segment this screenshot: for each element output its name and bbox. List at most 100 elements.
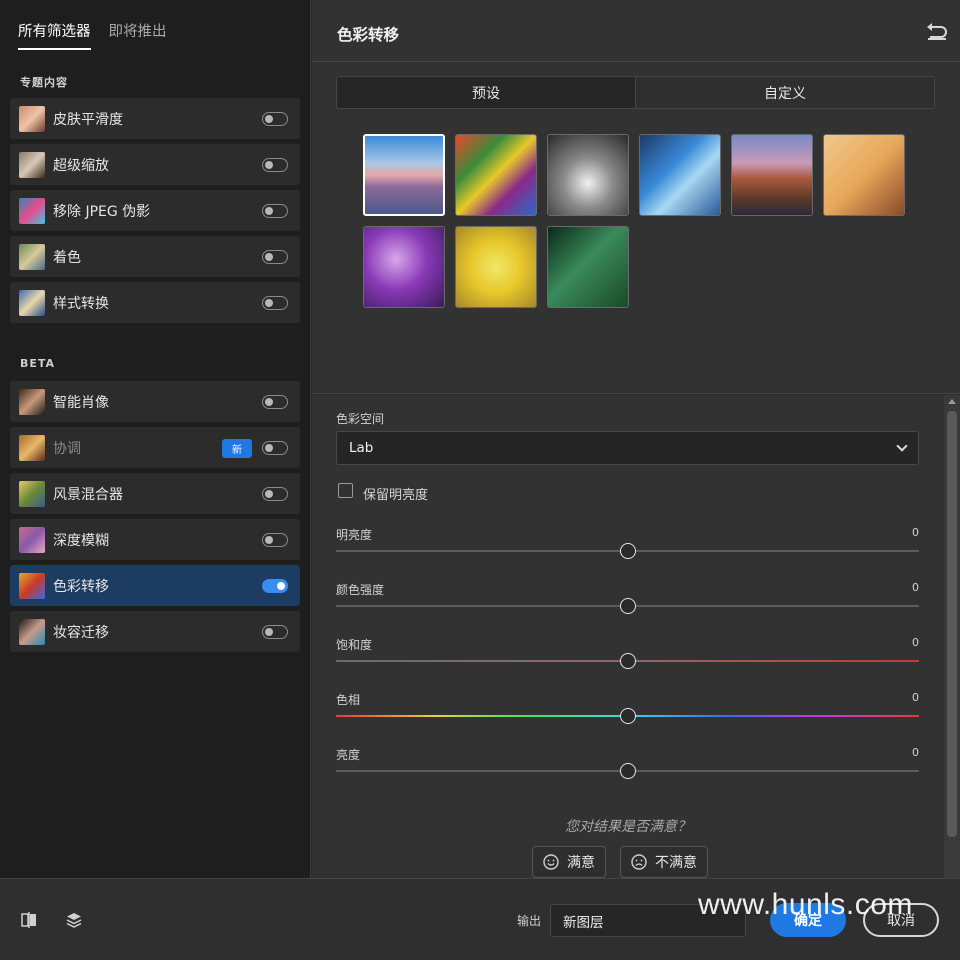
preset-thumbnail-cathedral[interactable] <box>547 134 629 216</box>
compare-icon[interactable] <box>20 911 38 929</box>
layers-icon[interactable] <box>65 911 83 929</box>
featured-filter-item[interactable]: 样式转换 <box>10 282 300 323</box>
filter-toggle[interactable] <box>262 112 288 126</box>
filter-label: 样式转换 <box>53 295 109 312</box>
beta-section-label: BETA <box>20 357 56 370</box>
output-select[interactable]: 新图层 <box>550 904 746 937</box>
filter-thumbnail <box>19 388 45 415</box>
tab-all-filters[interactable]: 所有筛选器 <box>18 20 91 50</box>
filters-sidebar: 所有筛选器 即将推出 专题内容 皮肤平滑度超级缩放移除 JPEG 伪影着色样式转… <box>0 0 311 878</box>
preset-thumbnail-skateboarder[interactable] <box>823 134 905 216</box>
satisfied-button[interactable]: 满意 <box>532 846 606 878</box>
segment-custom[interactable]: 自定义 <box>635 77 934 108</box>
slider-value: 0 <box>912 636 919 649</box>
filter-thumbnail <box>19 197 45 224</box>
slider-knob[interactable] <box>619 598 636 614</box>
featured-filter-item[interactable]: 着色 <box>10 236 300 277</box>
filter-toggle[interactable] <box>262 395 288 409</box>
settings-scrollbar[interactable] <box>944 395 960 878</box>
featured-filter-list: 皮肤平滑度超级缩放移除 JPEG 伪影着色样式转换 <box>10 98 300 323</box>
filter-thumbnail <box>19 289 45 316</box>
filter-thumbnail <box>19 480 45 507</box>
filter-toggle[interactable] <box>262 296 288 310</box>
cancel-button[interactable]: 取消 <box>863 903 939 937</box>
slider-label: 颜色强度 <box>336 583 385 597</box>
beta-filter-item[interactable]: 协调 新 <box>10 427 300 468</box>
slider-knob[interactable] <box>619 763 636 779</box>
preserve-luminance-label: 保留明亮度 <box>363 488 429 503</box>
featured-filter-item[interactable]: 皮肤平滑度 <box>10 98 300 139</box>
preset-thumbnail-abstract-paint[interactable] <box>455 134 537 216</box>
filter-thumbnail <box>19 105 45 132</box>
preset-thumbnail-sunset-sea[interactable] <box>363 134 445 216</box>
slider-knob[interactable] <box>619 543 636 559</box>
reset-icon[interactable] <box>926 22 948 42</box>
preset-thumbnail-green-leaves[interactable] <box>547 226 629 308</box>
scroll-up-icon[interactable] <box>948 399 956 404</box>
dissatisfied-button[interactable]: 不满意 <box>620 846 708 878</box>
filter-toggle[interactable] <box>262 625 288 639</box>
panel-header: 色彩转移 <box>312 0 960 62</box>
slider-knob[interactable] <box>619 653 636 669</box>
new-badge: 新 <box>222 439 252 458</box>
filter-label: 移除 JPEG 伪影 <box>53 203 151 220</box>
filter-thumbnail <box>19 618 45 645</box>
filter-label: 超级缩放 <box>53 157 109 174</box>
preset-thumbnail-desert-road[interactable] <box>731 134 813 216</box>
featured-filter-item[interactable]: 移除 JPEG 伪影 <box>10 190 300 231</box>
beta-filter-item[interactable]: 智能肖像 <box>10 381 300 422</box>
preserve-luminance-checkbox[interactable] <box>338 483 353 498</box>
filter-label: 妆容迁移 <box>53 624 109 641</box>
segment-presets[interactable]: 预设 <box>337 77 635 108</box>
ok-button[interactable]: 确定 <box>770 903 846 937</box>
filter-label: 风景混合器 <box>53 486 123 503</box>
color-space-select[interactable]: Lab <box>336 431 919 465</box>
featured-filter-item[interactable]: 超级缩放 <box>10 144 300 185</box>
filter-thumbnail <box>19 434 45 461</box>
filter-toggle[interactable] <box>262 441 288 455</box>
filter-toggle[interactable] <box>262 487 288 501</box>
featured-section-label: 专题内容 <box>20 76 68 89</box>
slider-row: 饱和度 0 <box>336 636 919 692</box>
filter-label: 智能肖像 <box>53 394 109 411</box>
slider-value: 0 <box>912 581 919 594</box>
panel-title: 色彩转移 <box>337 26 400 44</box>
slider-knob[interactable] <box>619 708 636 724</box>
frown-icon <box>631 854 647 870</box>
scroll-thumb[interactable] <box>947 411 957 837</box>
filter-label: 协调 <box>53 440 81 457</box>
chevron-down-icon <box>896 440 908 452</box>
preset-thumbnail-purple-flowers[interactable] <box>363 226 445 308</box>
beta-filter-item[interactable]: 色彩转移 <box>10 565 300 606</box>
preset-grid <box>363 134 911 308</box>
slider-value: 0 <box>912 746 919 759</box>
sidebar-tabs: 所有筛选器 即将推出 <box>18 20 167 50</box>
slider-row: 颜色强度 0 <box>336 581 919 637</box>
color-space-value: Lab <box>349 440 374 456</box>
preset-thumbnail-blue-feathers[interactable] <box>639 134 721 216</box>
beta-filter-item[interactable]: 妆容迁移 <box>10 611 300 652</box>
filter-thumbnail <box>19 526 45 553</box>
slider-label: 亮度 <box>336 748 361 762</box>
color-transfer-panel: 色彩转移 预设 自定义 <box>312 0 960 394</box>
filter-toggle[interactable] <box>262 579 288 593</box>
filter-thumbnail <box>19 151 45 178</box>
dissatisfied-label: 不满意 <box>655 855 697 871</box>
filter-thumbnail <box>19 572 45 599</box>
output-value: 新图层 <box>563 914 604 931</box>
color-space-label: 色彩空间 <box>336 412 385 426</box>
preset-custom-toggle: 预设 自定义 <box>336 76 935 109</box>
filter-toggle[interactable] <box>262 158 288 172</box>
beta-filter-item[interactable]: 深度模糊 <box>10 519 300 560</box>
filter-toggle[interactable] <box>262 533 288 547</box>
filter-toggle[interactable] <box>262 204 288 218</box>
filter-toggle[interactable] <box>262 250 288 264</box>
beta-filter-item[interactable]: 风景混合器 <box>10 473 300 514</box>
feedback-question: 您对结果是否满意？ <box>565 819 691 835</box>
preset-thumbnail-yellow-flower[interactable] <box>455 226 537 308</box>
satisfied-label: 满意 <box>567 855 595 871</box>
beta-filter-list: 智能肖像协调 新风景混合器深度模糊色彩转移妆容迁移 <box>10 381 300 652</box>
slider-value: 0 <box>912 691 919 704</box>
tab-coming-soon[interactable]: 即将推出 <box>109 20 167 50</box>
slider-row: 明亮度 0 <box>336 526 919 582</box>
